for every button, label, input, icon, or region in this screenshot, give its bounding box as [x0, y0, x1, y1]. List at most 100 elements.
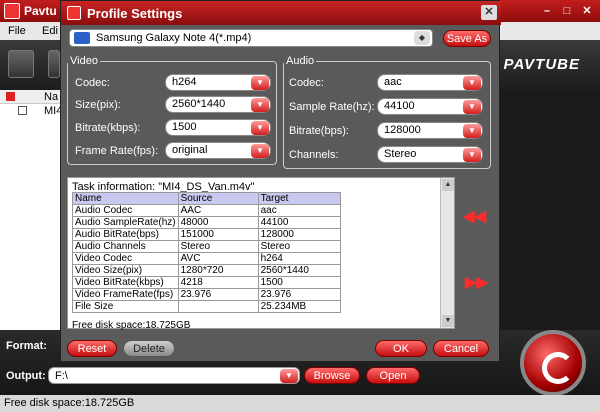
table-row: File Size 25.234MB: [72, 300, 341, 313]
video-framerate-select[interactable]: original ▼: [165, 142, 271, 159]
profile-select[interactable]: Samsung Galaxy Note 4(*.mp4) ◆: [69, 29, 433, 47]
item-checkbox[interactable]: [18, 106, 27, 115]
toolbar-icon[interactable]: [48, 50, 60, 78]
table-cell: 4218: [177, 276, 259, 289]
audio-samplerate-label: Sample Rate(hz):: [289, 101, 375, 113]
table-header: Source: [177, 192, 259, 205]
table-row: Audio Codec AAC aac: [72, 204, 341, 217]
chevron-down-icon[interactable]: ▼: [251, 98, 269, 112]
table-row: Video FrameRate(fps) 23.976 23.976: [72, 288, 341, 301]
video-codec-value: h264: [172, 76, 197, 88]
minimize-icon[interactable]: –: [540, 4, 554, 18]
audio-channels-select[interactable]: Stereo ▼: [377, 146, 483, 163]
audio-samplerate-select[interactable]: 44100 ▼: [377, 98, 483, 115]
table-cell: Audio Channels: [72, 240, 179, 253]
video-codec-select[interactable]: h264 ▼: [165, 74, 271, 91]
save-as-button[interactable]: Save As: [443, 30, 491, 47]
table-cell: File Size: [72, 300, 179, 313]
table-row: Video Size(pix) 1280*720 2560*1440: [72, 264, 341, 277]
menu-file[interactable]: File: [8, 25, 26, 37]
table-cell: Stereo: [257, 240, 341, 253]
chevron-down-icon[interactable]: ▼: [463, 76, 481, 90]
table-cell: 2560*1440: [257, 264, 341, 277]
table-row: Video Codec AVC h264: [72, 252, 341, 265]
table-cell: 151000: [177, 228, 259, 241]
table-cell: h264: [257, 252, 341, 265]
cancel-button[interactable]: Cancel: [433, 340, 489, 357]
audio-codec-select[interactable]: aac ▼: [377, 74, 483, 91]
dialog-logo-icon: [67, 6, 81, 20]
output-dropdown-icon[interactable]: ▼: [280, 369, 298, 383]
free-space-text: Free disk space:18.725GB: [72, 320, 191, 330]
table-cell: Stereo: [177, 240, 259, 253]
audio-bitrate-value: 128000: [384, 124, 421, 136]
table-header-row: Name Source Target: [72, 192, 341, 205]
video-size-label: Size(pix):: [75, 99, 121, 111]
audio-bitrate-select[interactable]: 128000 ▼: [377, 122, 483, 139]
table-row: Audio BitRate(bps) 151000 128000: [72, 228, 341, 241]
output-path-field[interactable]: F:\: [48, 367, 300, 384]
ok-button[interactable]: OK: [375, 340, 427, 357]
checkbox-icon[interactable]: [6, 92, 15, 101]
chevron-down-icon[interactable]: ▼: [251, 144, 269, 158]
table-row: Audio SampleRate(hz) 48000 44100: [72, 216, 341, 229]
add-video-icon[interactable]: [8, 50, 34, 78]
table-row: Audio Channels Stereo Stereo: [72, 240, 341, 253]
delete-button[interactable]: Delete: [123, 340, 175, 357]
chevron-down-icon[interactable]: ▼: [463, 124, 481, 138]
table-cell: AVC: [177, 252, 259, 265]
app-logo-icon: [4, 3, 20, 19]
output-label: Output:: [6, 370, 46, 382]
video-framerate-label: Frame Rate(fps):: [75, 145, 159, 157]
open-button[interactable]: Open: [366, 367, 420, 384]
table-cell: Video FrameRate(fps): [72, 288, 179, 301]
scroll-down-icon[interactable]: ▼: [442, 315, 454, 327]
table-cell: 48000: [177, 216, 259, 229]
chevron-down-icon[interactable]: ▼: [463, 100, 481, 114]
menu-edit[interactable]: Edi: [42, 25, 58, 37]
table-cell: Video Size(pix): [72, 264, 179, 277]
table-cell: 23.976: [177, 288, 259, 301]
video-size-select[interactable]: 2560*1440 ▼: [165, 96, 271, 113]
collapse-left-icon[interactable]: ◀◀: [463, 207, 486, 225]
video-bitrate-select[interactable]: 1500 ▼: [165, 119, 271, 136]
chevron-down-icon[interactable]: ▼: [251, 76, 269, 90]
close-icon[interactable]: ✕: [580, 4, 594, 18]
column-name-header: Na: [44, 91, 59, 103]
browse-button[interactable]: Browse: [304, 367, 360, 384]
profile-dropdown-icon[interactable]: ◆: [414, 31, 430, 45]
vertical-scrollbar[interactable]: ▲ ▼: [440, 178, 454, 328]
maximize-icon[interactable]: □: [560, 4, 574, 18]
profile-settings-dialog: Profile Settings ✕ Samsung Galaxy Note 4…: [60, 0, 501, 362]
video-bitrate-value: 1500: [172, 121, 197, 133]
table-cell: 1280*720: [177, 264, 259, 277]
table-cell: aac: [257, 204, 341, 217]
table-cell: AAC: [177, 204, 259, 217]
file-list-header: Na: [0, 90, 60, 104]
video-legend: Video: [70, 55, 98, 67]
audio-channels-value: Stereo: [384, 148, 417, 160]
device-icon: [74, 32, 90, 44]
convert-button[interactable]: [520, 330, 586, 396]
table-row: Video BitRate(kbps) 4218 1500: [72, 276, 341, 289]
chevron-down-icon[interactable]: ▼: [251, 121, 269, 135]
status-bar: Free disk space:18.725GB: [0, 395, 600, 412]
video-size-value: 2560*1440: [172, 98, 226, 110]
chevron-down-icon[interactable]: ▼: [463, 148, 481, 162]
list-item[interactable]: MI4: [0, 104, 62, 118]
scroll-up-icon[interactable]: ▲: [442, 179, 454, 191]
dialog-titlebar: Profile Settings ✕: [61, 1, 501, 25]
table-cell: [177, 300, 259, 313]
info-table: Name Source Target Audio Codec AAC aac Aud…: [72, 192, 341, 313]
table-header: Name: [72, 192, 179, 205]
dialog-close-icon[interactable]: ✕: [481, 5, 497, 20]
expand-right-icon[interactable]: ▶▶: [465, 273, 488, 291]
video-codec-label: Codec:: [75, 77, 110, 89]
audio-legend: Audio: [286, 55, 315, 67]
table-cell: Video BitRate(kbps): [72, 276, 179, 289]
format-label: Format:: [6, 340, 47, 352]
reset-button[interactable]: Reset: [67, 340, 117, 357]
table-cell: 128000: [257, 228, 341, 241]
table-cell: 44100: [257, 216, 341, 229]
table-cell: 25.234MB: [257, 300, 341, 313]
